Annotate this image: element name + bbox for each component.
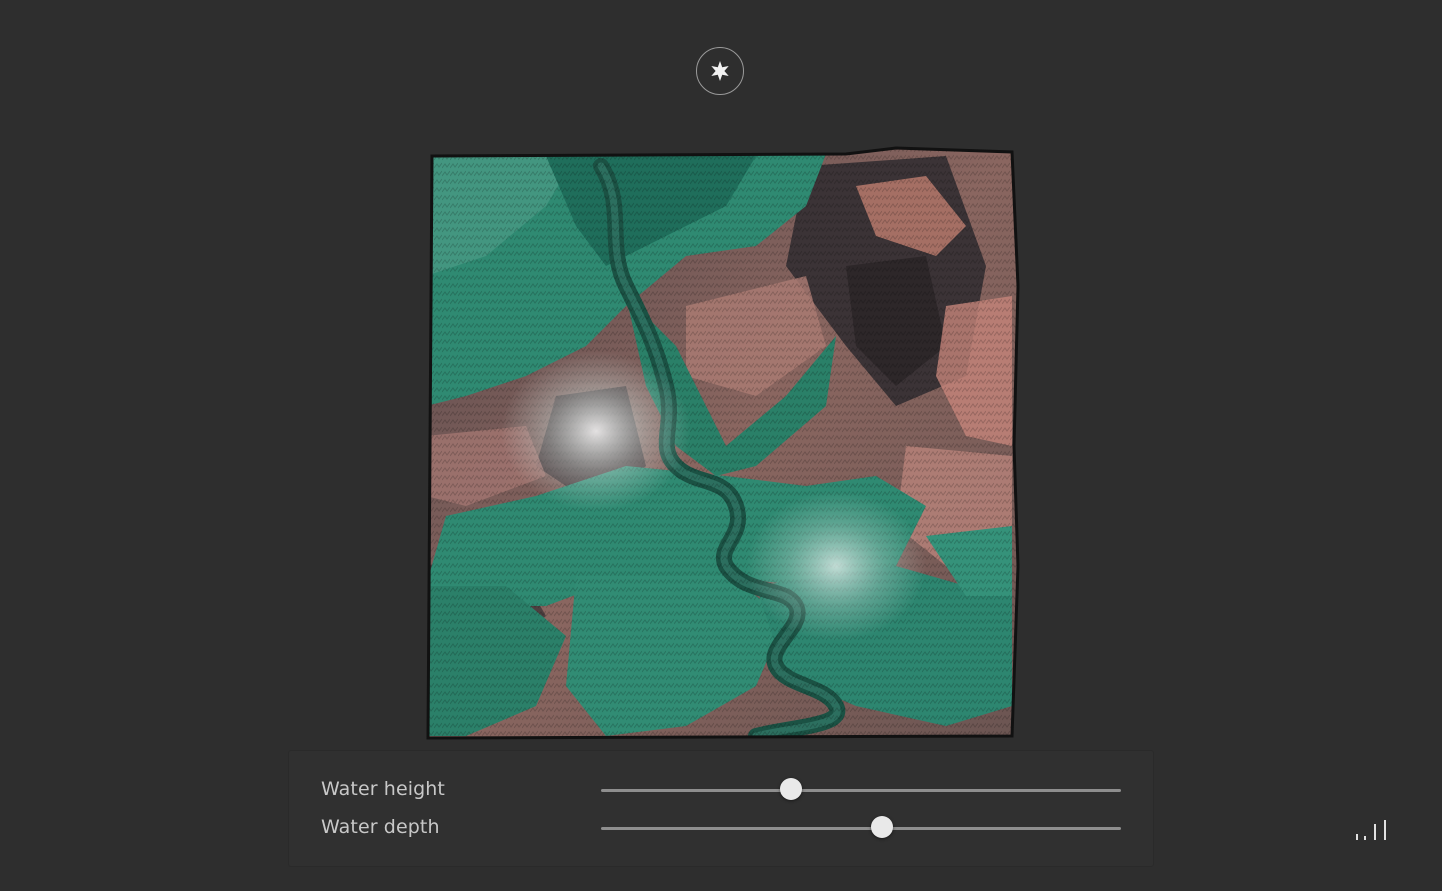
water-depth-thumb[interactable] bbox=[870, 816, 893, 838]
compass-star-button[interactable] bbox=[696, 47, 744, 95]
water-depth-label: Water depth bbox=[321, 816, 440, 838]
water-depth-track[interactable] bbox=[601, 827, 1121, 830]
water-depth-control: Water depth bbox=[288, 813, 1154, 843]
water-depth-slider[interactable] bbox=[601, 815, 1121, 841]
terrain-render[interactable] bbox=[426, 146, 1020, 742]
water-height-track[interactable] bbox=[601, 789, 1121, 792]
stats-button[interactable] bbox=[1352, 818, 1390, 842]
compass-star-icon bbox=[711, 61, 729, 81]
water-height-thumb[interactable] bbox=[779, 778, 802, 800]
water-height-control: Water height bbox=[288, 775, 1154, 805]
controls-panel: Water height Water depth bbox=[288, 750, 1154, 867]
water-height-label: Water height bbox=[321, 778, 445, 800]
water-height-slider[interactable] bbox=[601, 777, 1121, 803]
app-root: Water height Water depth bbox=[0, 0, 1442, 891]
terrain-image bbox=[426, 146, 1020, 740]
